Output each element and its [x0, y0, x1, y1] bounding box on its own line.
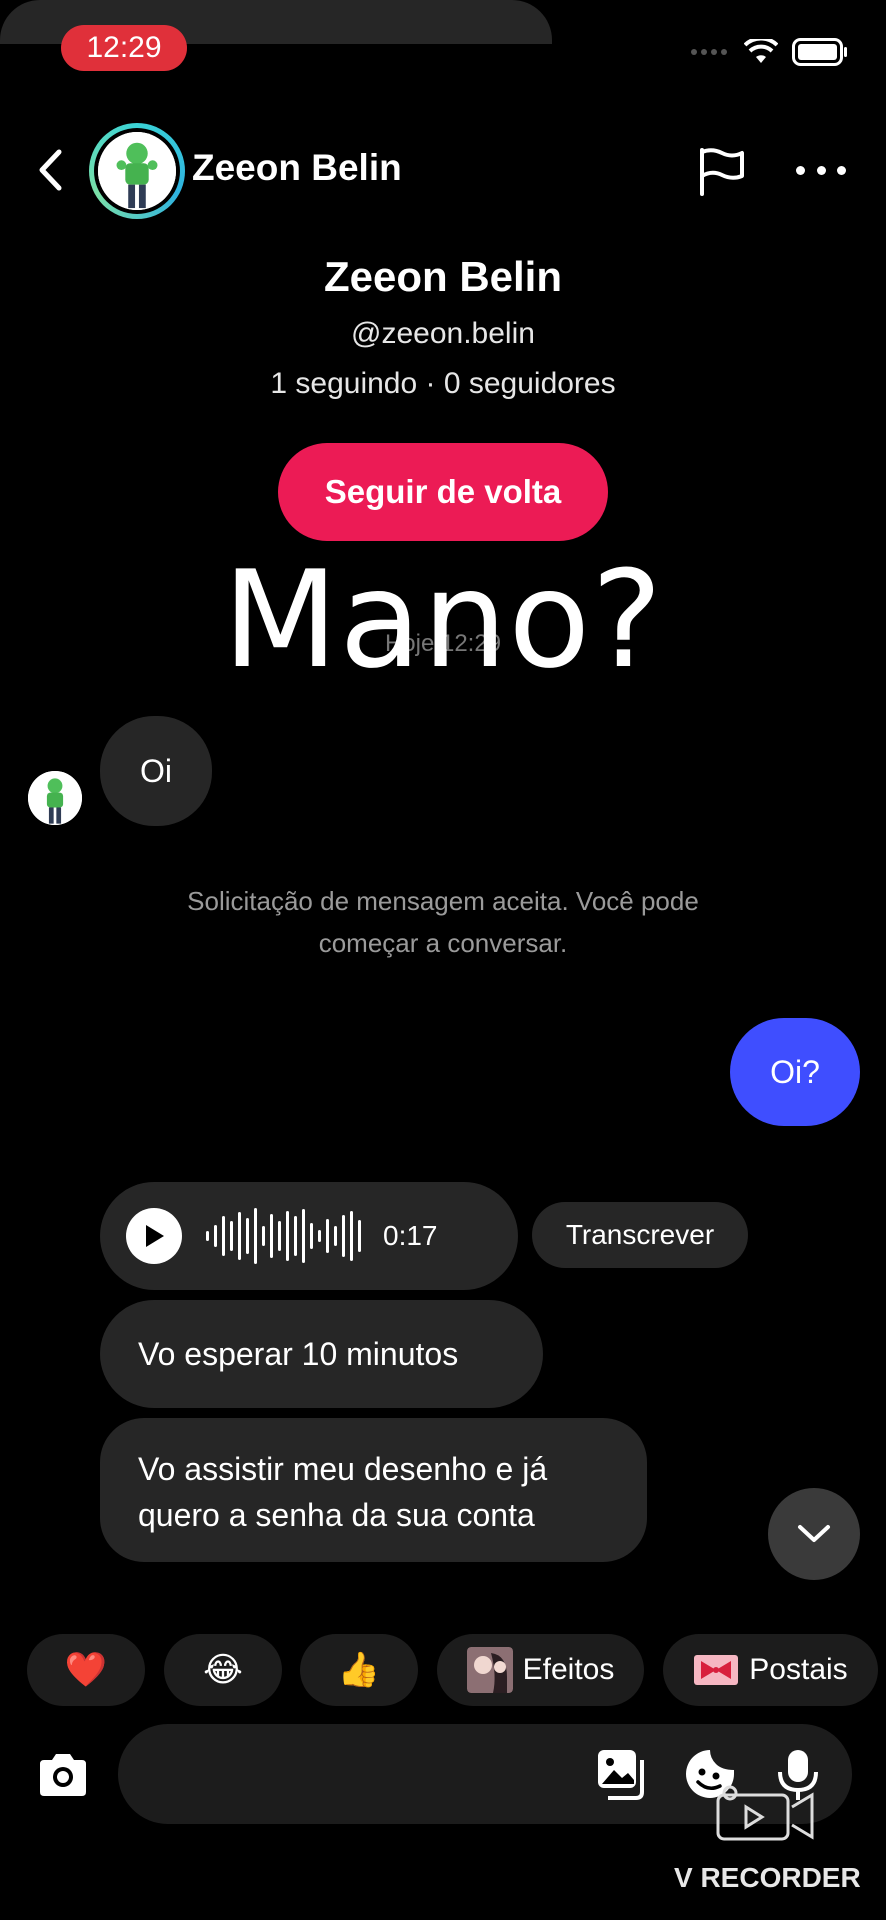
incoming-message[interactable]: Oi: [100, 716, 212, 826]
avatar[interactable]: [89, 123, 185, 219]
chevron-left-icon: [39, 149, 62, 191]
dot-icon: [796, 165, 805, 175]
waveform: [206, 1206, 361, 1266]
dot-icon: [837, 165, 846, 175]
more-options-button[interactable]: [796, 158, 846, 182]
voice-message[interactable]: 0:17: [100, 1182, 518, 1290]
message-line: quero a senha da sua conta: [138, 1497, 535, 1533]
voice-duration: 0:17: [383, 1220, 438, 1251]
outgoing-message[interactable]: Oi?: [730, 1018, 860, 1126]
quick-reaction-laugh[interactable]: 😂: [164, 1634, 282, 1706]
battery-icon: [792, 38, 847, 66]
effects-button[interactable]: Efeitos: [437, 1634, 644, 1706]
avatar-image: [98, 132, 176, 210]
message-input[interactable]: [150, 1748, 570, 1800]
camera-button[interactable]: [34, 1746, 92, 1804]
play-icon: [146, 1225, 164, 1247]
play-button[interactable]: [126, 1208, 182, 1264]
effects-label: Efeitos: [522, 1653, 615, 1686]
camera-icon: [40, 1754, 86, 1796]
quick-reaction-heart[interactable]: ❤️: [27, 1634, 145, 1706]
wifi-icon: [744, 39, 778, 63]
message-line: Vo assistir meu desenho e já: [138, 1451, 548, 1487]
postcards-button[interactable]: Postais: [663, 1634, 878, 1706]
chevron-down-icon: [798, 1525, 830, 1542]
quick-reaction-thumbs-up[interactable]: 👍: [300, 1634, 418, 1706]
follow-back-button[interactable]: Seguir de volta: [278, 443, 608, 541]
sender-avatar[interactable]: [28, 771, 82, 825]
heart-icon: ❤️: [64, 1650, 108, 1690]
incoming-message[interactable]: Vo assistir meu desenho e já quero a sen…: [100, 1418, 647, 1562]
system-message: Solicitação de mensagem aceita. Você pod…: [187, 886, 699, 958]
postcards-label: Postais: [749, 1653, 848, 1686]
profile-name: Zeeon Belin: [323, 253, 563, 300]
header-username[interactable]: Zeeon Belin: [192, 147, 402, 189]
effects-thumbnail-icon: [466, 1647, 513, 1693]
back-button[interactable]: [30, 145, 70, 195]
status-time: 12:29: [61, 25, 187, 71]
watermark-text: V RECORDER: [674, 1862, 861, 1893]
video-overlay-caption: Mano?: [222, 542, 664, 698]
dot-icon: [816, 165, 826, 175]
status-icons: [690, 38, 848, 66]
image-gallery-icon: [598, 1750, 644, 1800]
laughing-face-icon: 😂: [203, 1650, 243, 1690]
transcribe-button[interactable]: Transcrever: [532, 1202, 748, 1268]
recorder-logo-icon: [716, 1785, 814, 1841]
signal-icon: [691, 49, 727, 55]
scroll-to-bottom-button[interactable]: [768, 1488, 860, 1580]
report-button[interactable]: [696, 146, 748, 198]
gallery-button[interactable]: [594, 1746, 650, 1802]
flag-icon: [700, 148, 744, 196]
gift-card-icon: [694, 1655, 739, 1685]
incoming-message[interactable]: Vo esperar 10 minutos: [100, 1300, 543, 1408]
profile-handle: @zeeon.belin: [351, 317, 535, 350]
thumbs-up-icon: 👍: [337, 1650, 381, 1690]
profile-stats: 1 seguindo · 0 seguidores: [270, 367, 616, 400]
